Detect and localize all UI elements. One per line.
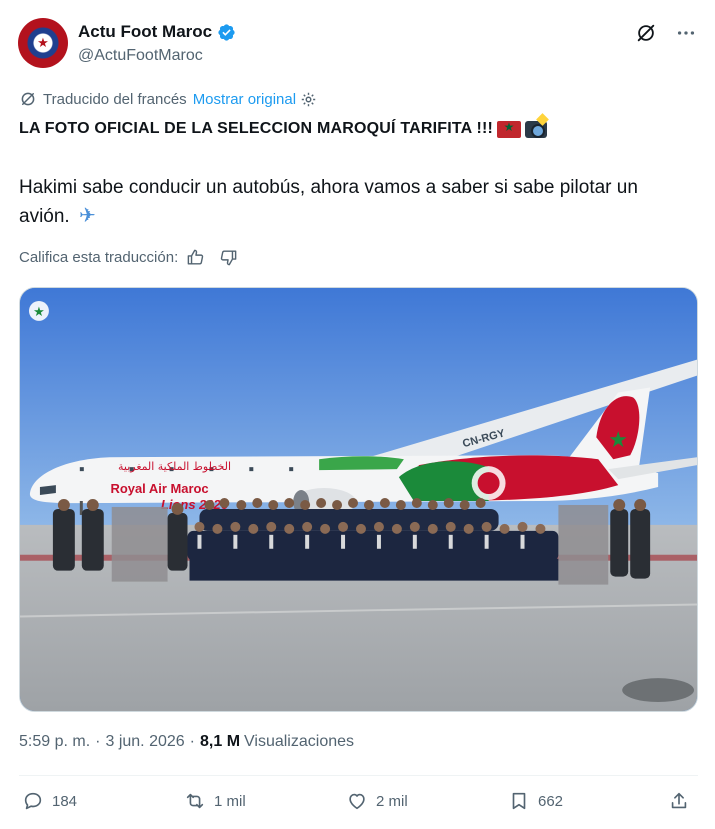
- share-button[interactable]: [668, 790, 690, 812]
- grok-icon[interactable]: [635, 22, 657, 44]
- header-actions: [635, 22, 697, 44]
- views-count: 8,1 M: [200, 733, 241, 750]
- tweet-actions: 184 1 mil 2 mil 662: [22, 790, 695, 820]
- translated-from-label: Traducido del francés: [43, 90, 187, 108]
- svg-text:★: ★: [608, 428, 628, 453]
- like-count: 2 mil: [376, 792, 408, 810]
- author-display-name[interactable]: Actu Foot Maroc: [78, 22, 212, 42]
- bookmark-count: 662: [538, 792, 564, 810]
- repost-button[interactable]: 1 mil: [184, 790, 246, 812]
- team-photo-illustration: ★ الخطوط الملكية المغربية Royal Air Maro…: [20, 288, 697, 711]
- camera-flash-icon: [525, 120, 548, 138]
- more-options-icon[interactable]: [675, 22, 697, 44]
- tweet-body-text: Hakimi sabe conducir un autobús, ahora v…: [19, 177, 638, 227]
- bookmark-icon: [512, 792, 526, 810]
- translate-icon: [21, 92, 35, 106]
- airline-name-text: Royal Air Maroc: [111, 481, 209, 496]
- rate-translation-row: Califica esta traducción:: [19, 248, 238, 267]
- share-icon: [671, 792, 687, 809]
- reply-button[interactable]: 184: [22, 790, 77, 812]
- gear-icon[interactable]: [300, 91, 317, 108]
- meta-separator-2: ·: [189, 733, 195, 750]
- reply-count: 184: [52, 792, 78, 810]
- views-label: Visualizaciones: [244, 733, 355, 750]
- tweet-headline: LA FOTO OFICIAL DE LA SELECCION MAROQUÍ …: [19, 120, 548, 138]
- translation-row: Traducido del francés Mostrar original: [19, 90, 317, 108]
- thumbs-down-icon[interactable]: [219, 248, 238, 267]
- tweet-photo[interactable]: ★ الخطوط الملكية المغربية Royal Air Maro…: [19, 287, 698, 712]
- morocco-flag-icon: [497, 120, 522, 138]
- thumbs-up-icon[interactable]: [186, 248, 205, 267]
- author-name-row[interactable]: Actu Foot Maroc: [78, 22, 236, 42]
- like-button[interactable]: 2 mil: [346, 790, 408, 812]
- repost-count: 1 mil: [214, 792, 246, 810]
- verified-badge-icon: [218, 23, 235, 41]
- airplane-icon: ✈: [78, 205, 96, 227]
- tweet-header: ★ Actu Foot Maroc @ActuFootMaroc: [18, 16, 697, 72]
- repost-icon: [186, 793, 204, 809]
- author-handle[interactable]: @ActuFootMaroc: [78, 47, 203, 65]
- svg-text:★: ★: [33, 305, 45, 320]
- tweet-date[interactable]: 3 jun. 2026: [105, 733, 184, 751]
- divider: [19, 775, 698, 776]
- tweet-body: Hakimi sabe conducir un autobús, ahora v…: [19, 174, 689, 231]
- meta-separator: ·: [95, 733, 101, 750]
- airline-arabic-text: الخطوط الملكية المغربية: [118, 460, 231, 473]
- tweet-meta: 5:59 p. m. · 3 jun. 2026 · 8,1 M Visuali…: [19, 733, 354, 751]
- bookmark-button[interactable]: 662: [508, 790, 563, 812]
- tweet-headline-text: LA FOTO OFICIAL DE LA SELECCION MAROQUÍ …: [19, 120, 494, 137]
- tweet-time[interactable]: 5:59 p. m.: [19, 733, 90, 751]
- reply-icon: [24, 792, 42, 810]
- rate-translation-label: Califica esta traducción:: [19, 249, 179, 266]
- show-original-link[interactable]: Mostrar original: [193, 91, 296, 108]
- avatar[interactable]: ★: [18, 18, 68, 68]
- heart-icon: [349, 793, 365, 810]
- crest-star-icon: ★: [37, 35, 49, 50]
